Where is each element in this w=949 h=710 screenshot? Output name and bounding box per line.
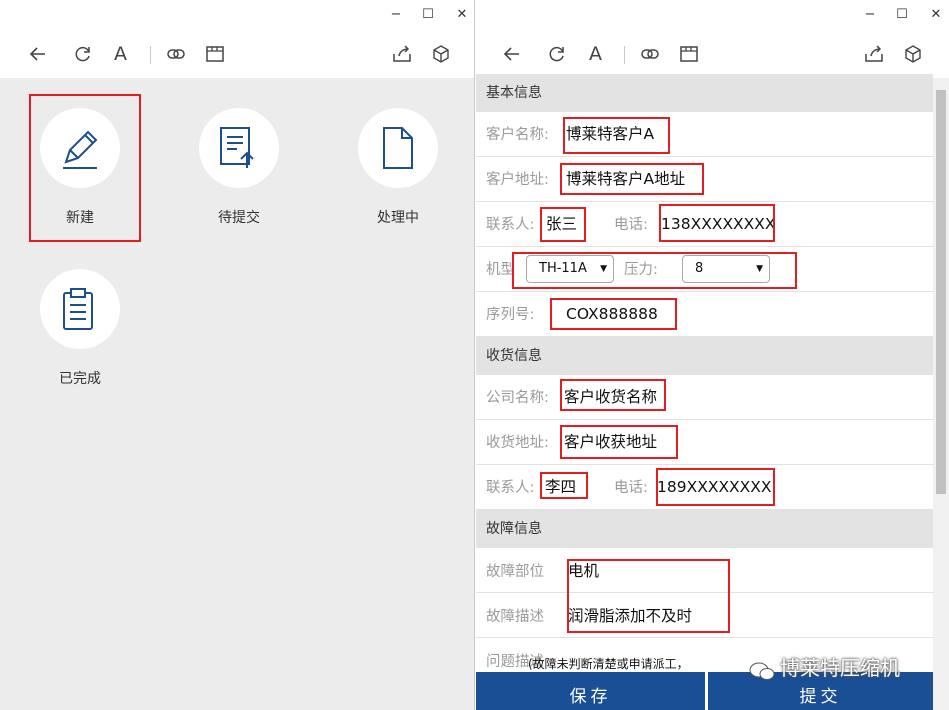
clipboard-icon bbox=[63, 288, 93, 330]
pending-submit-tile-label: 待提交 bbox=[218, 210, 260, 226]
link-icon[interactable] bbox=[639, 43, 661, 65]
row-customer-address: 客户地址: 博莱特客户A地址 bbox=[476, 157, 933, 202]
close-button[interactable]: ✕ bbox=[926, 5, 946, 25]
section-basic-info: 基本信息 bbox=[476, 74, 933, 112]
section-fault-info: 故障信息 bbox=[476, 510, 933, 548]
contact-label: 联系人: bbox=[486, 217, 535, 233]
window-icon[interactable] bbox=[204, 43, 226, 65]
highlight-shipping-contact bbox=[540, 472, 588, 499]
wechat-icon bbox=[749, 662, 775, 680]
save-button[interactable]: 保存 bbox=[476, 672, 705, 710]
row-shipping-address: 收货地址: 客户收获地址 bbox=[476, 420, 933, 465]
company-label: 公司名称: bbox=[486, 390, 549, 406]
processing-tile-label: 处理中 bbox=[377, 210, 419, 226]
toolbar: A bbox=[476, 30, 949, 78]
document-icon bbox=[383, 127, 413, 169]
font-icon[interactable]: A bbox=[114, 43, 136, 65]
back-icon[interactable] bbox=[27, 43, 49, 65]
highlight-customer-name bbox=[563, 117, 670, 154]
font-icon[interactable]: A bbox=[589, 43, 611, 65]
row-serial: 序列号: COX888888 bbox=[476, 292, 933, 337]
share-icon[interactable] bbox=[863, 43, 885, 65]
highlight-fault bbox=[567, 559, 730, 633]
shipping-contact-label: 联系人: bbox=[486, 480, 535, 496]
left-window: − ☐ ✕ A 新建 待提交 处理中 已完成 bbox=[0, 0, 475, 710]
pending-submit-tile[interactable] bbox=[199, 108, 279, 188]
highlight-phone bbox=[659, 204, 775, 242]
back-icon[interactable] bbox=[501, 43, 523, 65]
minimize-button[interactable]: − bbox=[386, 5, 406, 25]
row-company: 公司名称: 客户收货名称 bbox=[476, 375, 933, 420]
highlight-serial bbox=[550, 298, 677, 330]
watermark-text: 博莱特压缩机 bbox=[780, 656, 900, 680]
highlight-shipping-address bbox=[560, 425, 678, 459]
maximize-button[interactable]: ☐ bbox=[892, 5, 912, 25]
window-icon[interactable] bbox=[678, 43, 700, 65]
completed-tile[interactable] bbox=[40, 269, 120, 349]
highlight-contact bbox=[540, 207, 586, 242]
document-upload-icon bbox=[220, 127, 254, 168]
fault-part-label: 故障部位 bbox=[486, 564, 544, 580]
customer-address-label: 客户地址: bbox=[486, 172, 549, 188]
highlight-shipping-phone bbox=[656, 468, 775, 506]
toolbar: A bbox=[0, 30, 474, 78]
refresh-icon[interactable] bbox=[72, 43, 94, 65]
problem-desc-hint: (故障未判断清楚或申请派工， bbox=[528, 657, 689, 671]
completed-tile-label: 已完成 bbox=[59, 371, 101, 387]
shipping-address-label: 收货地址: bbox=[486, 435, 549, 451]
highlight-model-pressure bbox=[512, 252, 797, 289]
title-bar: − ☐ ✕ bbox=[0, 0, 474, 30]
customer-name-label: 客户名称: bbox=[486, 127, 549, 143]
maximize-button[interactable]: ☐ bbox=[418, 5, 438, 25]
toolbar-divider bbox=[150, 46, 151, 64]
phone-label: 电话: bbox=[614, 217, 648, 233]
scrollbar-thumb[interactable] bbox=[936, 90, 946, 494]
model-label: 机型 bbox=[486, 262, 515, 278]
share-icon[interactable] bbox=[391, 43, 413, 65]
highlight-company bbox=[560, 379, 666, 411]
box-icon[interactable] bbox=[430, 43, 452, 65]
row-customer-name: 客户名称: 博莱特客户A bbox=[476, 112, 933, 157]
serial-label: 序列号: bbox=[486, 307, 535, 323]
highlight-customer-address bbox=[560, 163, 704, 195]
box-icon[interactable] bbox=[902, 43, 924, 65]
close-button[interactable]: ✕ bbox=[452, 5, 472, 25]
fault-desc-label: 故障描述 bbox=[486, 609, 544, 625]
title-bar: − ☐ ✕ bbox=[476, 0, 949, 30]
refresh-icon[interactable] bbox=[546, 43, 568, 65]
highlight-new-tile bbox=[29, 94, 141, 242]
section-shipping-info: 收货信息 bbox=[476, 337, 933, 375]
shipping-phone-label: 电话: bbox=[614, 480, 648, 496]
link-icon[interactable] bbox=[165, 43, 187, 65]
toolbar-divider bbox=[624, 46, 625, 64]
minimize-button[interactable]: − bbox=[860, 5, 880, 25]
processing-tile[interactable] bbox=[358, 108, 438, 188]
scrollbar[interactable] bbox=[933, 78, 949, 710]
